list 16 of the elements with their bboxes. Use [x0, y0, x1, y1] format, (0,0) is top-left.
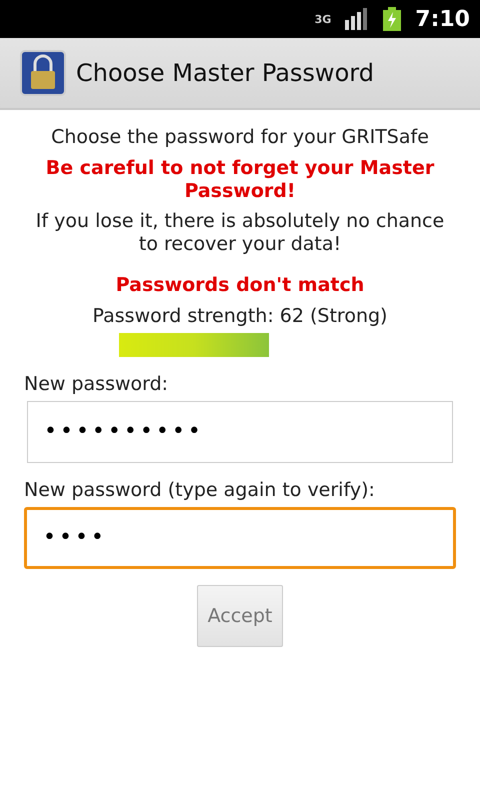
clock-time: 7:10 — [415, 6, 470, 32]
signal-icon — [345, 8, 370, 30]
password-field[interactable]: •••• — [24, 506, 456, 569]
warning-text: Passwords don't match — [116, 274, 364, 297]
info-text: Choose the password for your GRITSafe — [51, 126, 429, 149]
accept-button[interactable]: Accept — [197, 584, 283, 647]
password-field[interactable]: •••••••••• — [27, 400, 453, 463]
info-text: If you lose it, there is absolutely no chance to recover your data! — [34, 210, 446, 256]
padlock-icon — [20, 50, 66, 96]
strength-label: Password strength: 62 (Strong) — [92, 304, 388, 327]
warning-text: Be careful to not forget your Master Password! — [44, 156, 436, 202]
field-label: New password (type again to verify): — [24, 478, 376, 501]
screen-title: Choose Master Password — [76, 59, 374, 87]
battery-icon — [383, 7, 402, 31]
network-type-label: 3G — [314, 14, 332, 24]
field-label: New password: — [24, 372, 170, 395]
